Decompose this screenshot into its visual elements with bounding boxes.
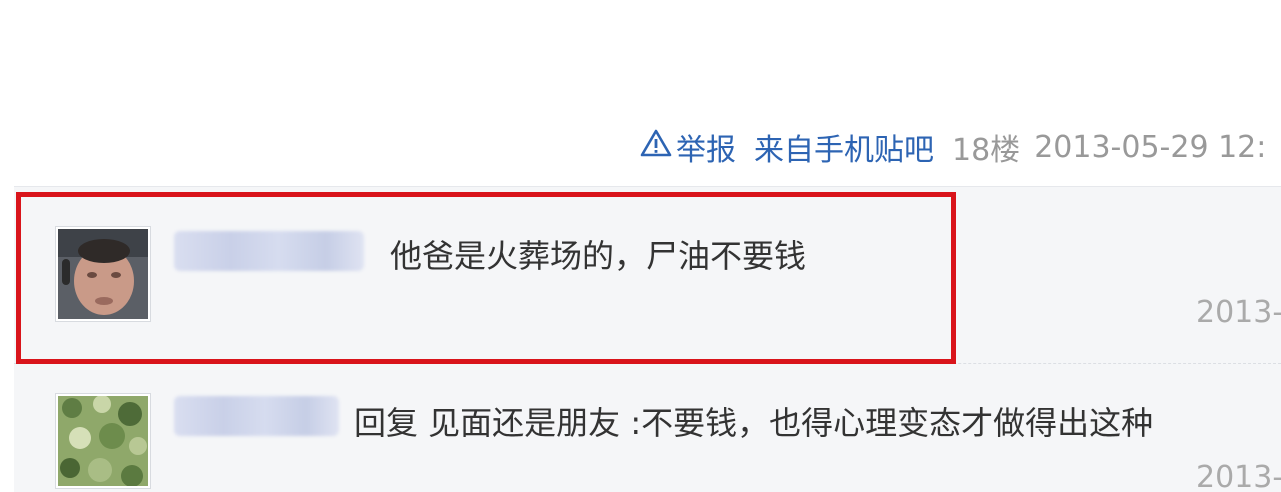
reply-date: 2013-	[1196, 295, 1281, 330]
report-label: 举报	[676, 133, 736, 168]
post-timestamp: 2013-05-29 12:	[1034, 129, 1267, 165]
reply-date: 2013-	[1196, 460, 1281, 492]
avatar[interactable]	[56, 227, 150, 321]
reply-content: 回复 见面还是朋友 :不要钱，也得心理变态才做得出这种	[354, 404, 1154, 442]
report-link[interactable]: 举报	[640, 125, 736, 169]
avatar[interactable]	[56, 394, 150, 488]
warning-triangle-icon	[640, 128, 676, 166]
tieba-post-page: 举报 来自手机贴吧 18楼 2013-05-29 12: 他爸是火葬场的，尸油不…	[0, 0, 1281, 492]
sub-reply-list: 他爸是火葬场的，尸油不要钱 2013- 回复 见面还是朋友:不要钱，也得心理变…	[14, 186, 1281, 492]
floor-number: 18楼	[952, 133, 1021, 168]
reply-content: 他爸是火葬场的，尸油不要钱	[390, 237, 807, 275]
client-source-link[interactable]: 来自手机贴吧	[754, 125, 934, 169]
avatar-image	[58, 229, 148, 319]
post-tail: 举报 来自手机贴吧 18楼 2013-05-29 12:	[640, 126, 1266, 168]
sub-reply-item: 回复 见面还是朋友 :不要钱，也得心理变态才做得出这种 2013-	[14, 363, 1281, 492]
avatar-image	[58, 396, 148, 486]
username-blurred[interactable]	[174, 396, 339, 436]
username-blurred[interactable]	[174, 231, 364, 271]
sub-reply-item: 他爸是火葬场的，尸油不要钱 2013-	[14, 187, 1281, 361]
